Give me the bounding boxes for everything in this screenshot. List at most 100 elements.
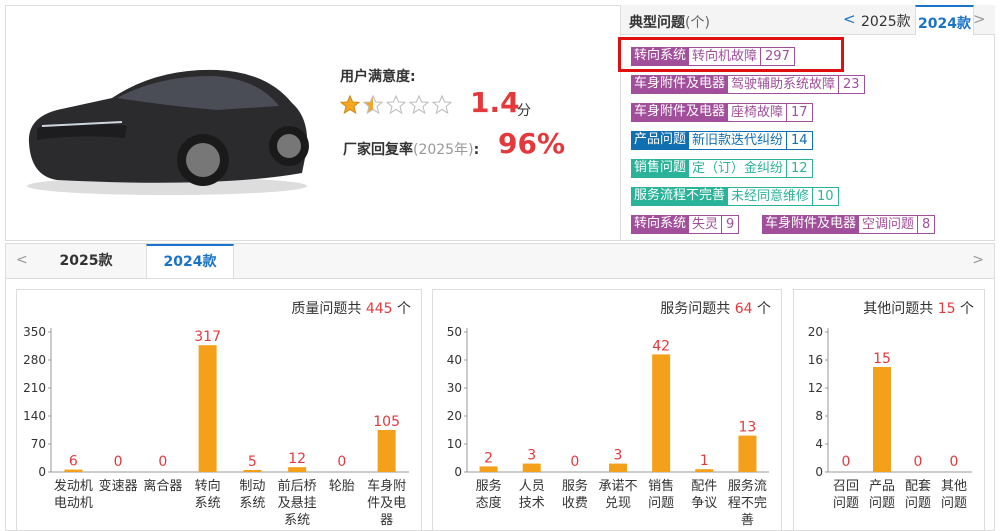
issue-category: 产品问题 [631,131,690,150]
tabs-prev-button[interactable]: < [16,252,28,268]
issues-prev-button[interactable]: < [843,10,856,28]
x-category-label: 系统 [239,496,265,511]
y-tick-label: 8 [815,409,823,423]
issues-next-button[interactable]: > [973,10,986,28]
issues-header: 典型问题(个) < 2025款 2024款 > [621,5,995,35]
star-icon [340,95,360,115]
issue-tag[interactable]: 服务流程不完善 未经同意维修 10 [631,187,839,206]
bar-value-label: 0 [914,454,923,470]
issues-tab-2025[interactable]: 2025款 [861,11,911,31]
issue-category: 车身附件及电器 [631,103,729,122]
x-category-label: 问题 [869,496,895,511]
tabs-next-button[interactable]: > [972,252,984,268]
issue-description: 未经同意维修 [728,187,813,206]
x-category-label: 变速器 [99,478,138,494]
y-tick-label: 50 [447,325,462,339]
bar-chart: 0 10 20 30 40 50 2 服务态度 3 人员技术 0 服务收费 3 承诺不兑现 42 销售问题 1 配… [447,325,769,528]
bar-value-label: 3 [614,448,623,464]
x-category-label: 技术 [519,496,545,511]
rating-stars [340,95,452,115]
x-category-label: 器 [380,513,393,528]
bar-value-label: 5 [248,454,257,470]
issue-count: 23 [838,75,865,94]
y-tick-label: 140 [23,409,46,423]
y-tick-label: 70 [31,437,46,451]
bar-value-label: 317 [194,329,221,345]
issue-tag[interactable]: 转向系统 失灵 9 [631,215,740,234]
x-category-label: 善 [741,512,754,528]
bar-chart: 0 4 8 12 16 20 0 召回问题 15 产品问题 0 配套问题 0 其他问题 [808,325,972,511]
issue-count: 10 [812,187,839,206]
chart-panel: 其他问题共 15 个 0 4 8 12 16 20 0 召回 问题 15 产品 问题 0 配套 问题 0 其他 问题 [793,289,985,531]
issues-title: 典型问题(个) [629,15,710,31]
issues-tab-2024[interactable]: 2024款 [915,5,974,35]
bar[interactable] [479,466,498,472]
tab-2025[interactable]: 2025款 [31,244,141,278]
x-category-label: 轮胎 [329,479,355,494]
y-tick-label: 0 [454,465,462,479]
issue-count: 12 [786,159,813,178]
satisfaction-score: 1.4 [470,86,520,119]
bar[interactable] [609,463,627,472]
y-tick-label: 30 [447,381,462,395]
bar[interactable] [652,354,671,472]
issue-category: 车身附件及电器 [631,75,729,94]
x-category-label: 程不完 [728,496,767,511]
bar[interactable] [288,467,307,472]
x-category-label: 问题 [905,496,931,511]
bar-value-label: 0 [842,454,851,470]
x-category-label: 转向 [195,478,221,494]
bar-value-label: 0 [158,454,167,470]
tab-2024[interactable]: 2024款 [146,244,234,278]
bar-value-label: 2 [484,450,493,466]
bar[interactable] [198,345,217,472]
issue-tag[interactable]: 产品问题 新旧款迭代纠纷 14 [631,131,813,150]
x-category-label: 及悬挂 [278,496,317,511]
x-category-label: 前后桥 [278,478,317,494]
issue-tag[interactable]: 车身附件及电器 驾驶辅助系统故障 23 [631,75,865,94]
x-category-label: 问题 [941,496,967,511]
x-category-label: 产品 [869,479,895,494]
x-category-label: 问题 [648,496,674,511]
bar[interactable] [64,469,83,472]
x-category-label: 发动机 [54,478,93,494]
bar[interactable] [695,469,714,472]
bar-value-label: 0 [950,454,959,470]
bar-value-label: 42 [652,338,670,354]
x-category-label: 其他 [941,479,967,494]
x-category-label: 车身附 [367,478,406,494]
y-tick-label: 210 [23,381,46,395]
bar-value-label: 105 [373,414,400,430]
bar[interactable] [377,430,396,472]
issue-category: 销售问题 [631,159,690,178]
reply-rate-label: 厂家回复率(2025年): [343,142,480,158]
y-tick-label: 20 [808,325,823,339]
issue-category: 车身附件及电器 [762,215,860,234]
bar[interactable] [522,463,541,472]
bar[interactable] [243,470,262,472]
y-tick-label: 20 [447,409,462,423]
bar-value-label: 13 [739,420,757,436]
x-category-label: 问题 [833,496,859,511]
issue-description: 新旧款迭代纠纷 [689,131,787,150]
y-tick-label: 0 [815,465,823,479]
y-tick-label: 40 [447,353,462,367]
x-category-label: 服务 [476,478,502,494]
issue-tag[interactable]: 车身附件及电器 空调问题 8 [762,215,936,234]
x-category-label: 收费 [562,496,588,511]
score-unit: 分 [517,103,531,119]
bar[interactable] [738,435,757,472]
issue-category: 服务流程不完善 [631,187,729,206]
issue-tag[interactable]: 车身附件及电器 座椅故障 17 [631,103,813,122]
bar-value-label: 15 [873,351,891,367]
bar[interactable] [873,367,891,472]
car-image [27,69,309,195]
x-category-label: 件及电 [367,496,406,511]
bar-value-label: 0 [337,454,346,470]
issue-description: 座椅故障 [728,103,787,122]
issue-count: 17 [786,103,813,122]
x-category-label: 召回 [833,479,859,494]
y-tick-label: 0 [38,465,46,479]
issue-tag[interactable]: 销售问题 定（订）金纠纷 12 [631,159,813,178]
issue-category: 转向系统 [631,215,690,234]
